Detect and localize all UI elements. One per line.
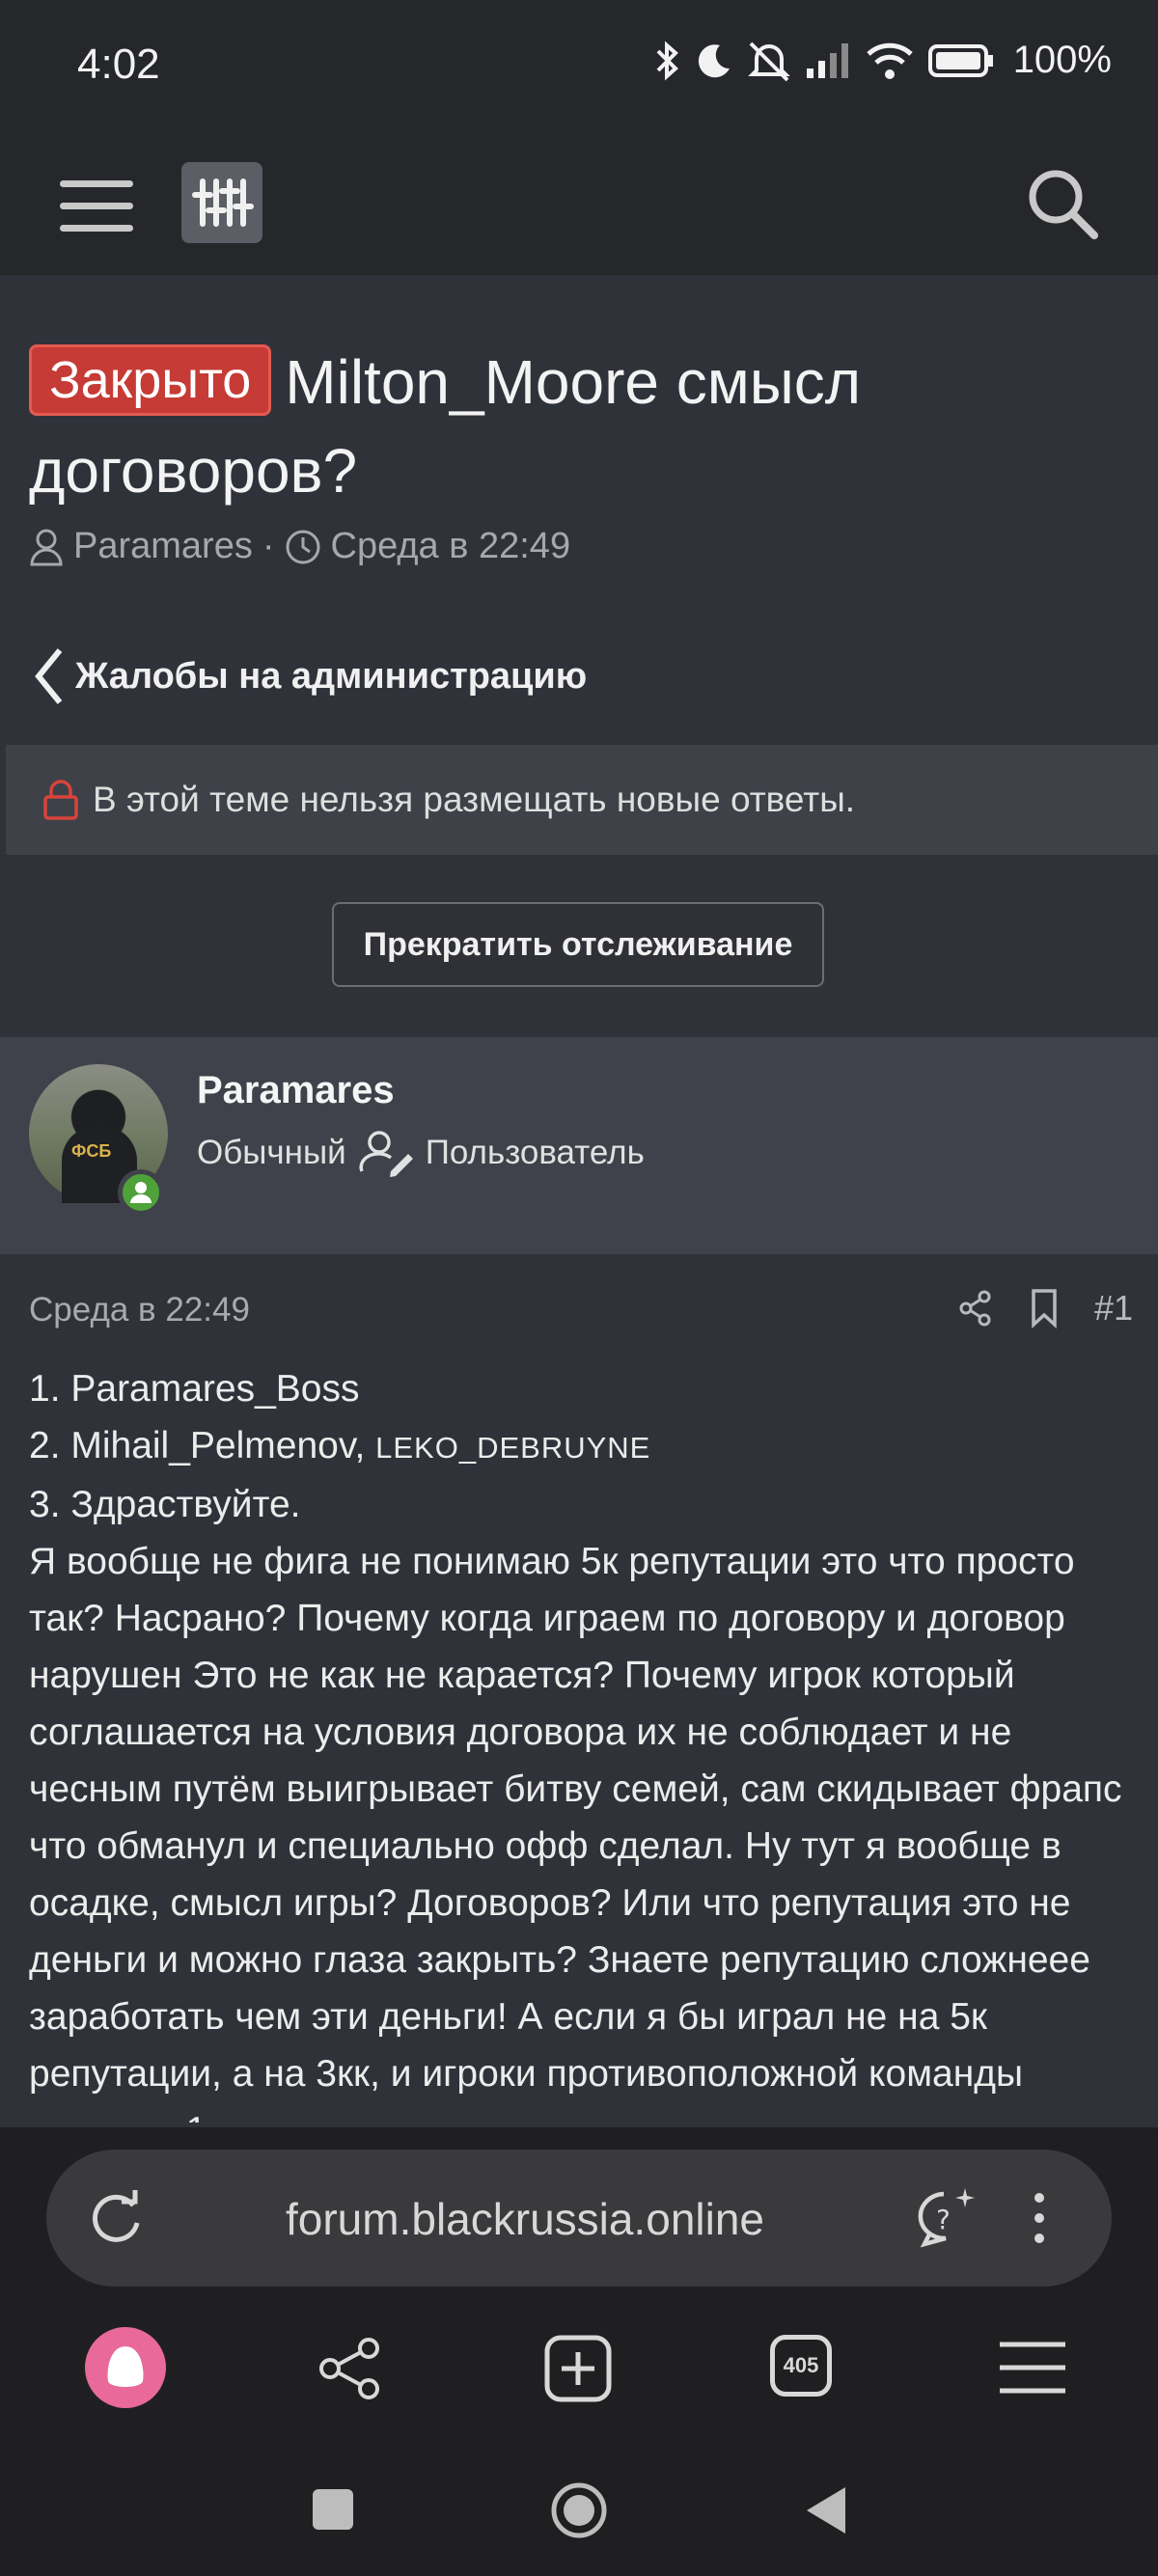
new-tab-icon[interactable] bbox=[544, 2335, 612, 2402]
battery-percent: 100% bbox=[1012, 39, 1112, 81]
back-icon[interactable] bbox=[803, 2483, 849, 2537]
post-body: 1. Paramares_Boss 2. Mihail_Pelmenov, LE… bbox=[29, 1360, 1139, 2123]
recents-icon[interactable] bbox=[311, 2487, 355, 2532]
post-line: 2. Mihail_Pelmenov, LEKO_DEBRUYNE bbox=[29, 1417, 1139, 1476]
post-line: 3. Здраствуйте. bbox=[29, 1484, 301, 1525]
thread-date[interactable]: Среда в 22:49 bbox=[331, 526, 571, 567]
breadcrumb-label: Жалобы на администрацию bbox=[75, 655, 588, 697]
closed-badge: Закрыто bbox=[29, 344, 272, 416]
assistant-chat-icon[interactable]: ? bbox=[911, 2184, 979, 2252]
chevron-left-icon bbox=[35, 648, 63, 704]
moon-icon bbox=[698, 43, 730, 77]
avatar-text: ФСБ bbox=[71, 1141, 112, 1161]
bookmark-icon[interactable] bbox=[1029, 1288, 1060, 1329]
post-date[interactable]: Среда в 22:49 bbox=[29, 1291, 250, 1329]
lock-icon bbox=[43, 780, 78, 820]
status-icons: 100% bbox=[654, 39, 1112, 82]
muted-bell-icon bbox=[747, 41, 790, 81]
post-mention: LEKO_DEBRUYNE bbox=[375, 1431, 651, 1465]
unwatch-button[interactable]: Прекратить отслеживание bbox=[332, 902, 824, 987]
thread-author[interactable]: Paramares bbox=[73, 526, 253, 567]
wifi-icon bbox=[866, 42, 913, 79]
share-icon[interactable] bbox=[957, 1289, 994, 1328]
share-icon[interactable] bbox=[317, 2337, 384, 2400]
post-actions: #1 bbox=[957, 1288, 1133, 1329]
user-rank: Обычный bbox=[197, 1134, 346, 1171]
battery-icon bbox=[927, 43, 993, 77]
search-icon bbox=[1029, 170, 1098, 239]
svg-text:?: ? bbox=[936, 2204, 951, 2235]
search-button[interactable] bbox=[1021, 162, 1102, 243]
hamburger-icon bbox=[60, 180, 133, 187]
menu-button[interactable] bbox=[60, 172, 133, 233]
post-line-prefix: 2. Mihail_Pelmenov, bbox=[29, 1425, 376, 1466]
locked-notice-text: В этой теме нельзя размещать новые ответ… bbox=[93, 780, 856, 819]
browser-toolbar: 405 bbox=[0, 2316, 1158, 2422]
signal-icon bbox=[806, 42, 848, 78]
post-username[interactable]: Paramares bbox=[197, 1069, 395, 1112]
hamburger-line bbox=[60, 225, 133, 232]
thread-title-block: Закрыто Milton_Moore смысл договоров? bbox=[29, 338, 1110, 515]
locked-notice: В этой теме нельзя размещать новые ответ… bbox=[6, 745, 1158, 855]
forum-header bbox=[0, 135, 1158, 275]
system-navigation-bar bbox=[0, 2451, 1158, 2576]
breadcrumb[interactable]: Жалобы на администрацию bbox=[33, 646, 587, 706]
post-number[interactable]: #1 bbox=[1094, 1288, 1133, 1329]
meta-separator: · bbox=[262, 526, 275, 566]
clock-icon bbox=[286, 530, 319, 563]
filter-button[interactable] bbox=[181, 162, 262, 243]
more-vert-icon[interactable] bbox=[1025, 2188, 1054, 2248]
online-status-icon bbox=[118, 1169, 164, 1216]
user-edit-icon bbox=[359, 1131, 413, 1177]
reload-icon[interactable] bbox=[87, 2188, 147, 2248]
alice-icon[interactable] bbox=[85, 2327, 166, 2408]
status-time: 4:02 bbox=[77, 41, 160, 88]
tabs-count-button[interactable]: 405 bbox=[770, 2335, 832, 2397]
post-text: Я вообще не фига не понимаю 5к репутации… bbox=[29, 1541, 1122, 2123]
home-icon[interactable] bbox=[550, 2481, 608, 2539]
post-line: 1. Paramares_Boss bbox=[29, 1368, 360, 1410]
user-role: Пользователь bbox=[425, 1134, 645, 1171]
bluetooth-icon bbox=[656, 41, 678, 80]
hamburger-line bbox=[60, 203, 133, 209]
thread-meta: Paramares · Среда в 22:49 bbox=[29, 526, 570, 567]
user-title: Обычный Пользователь bbox=[197, 1129, 645, 1177]
user-icon bbox=[30, 529, 63, 565]
hamburger-icon[interactable] bbox=[998, 2339, 1067, 2397]
url-text[interactable]: forum.blackrussia.online bbox=[286, 2193, 764, 2245]
sliders-icon bbox=[192, 178, 254, 227]
